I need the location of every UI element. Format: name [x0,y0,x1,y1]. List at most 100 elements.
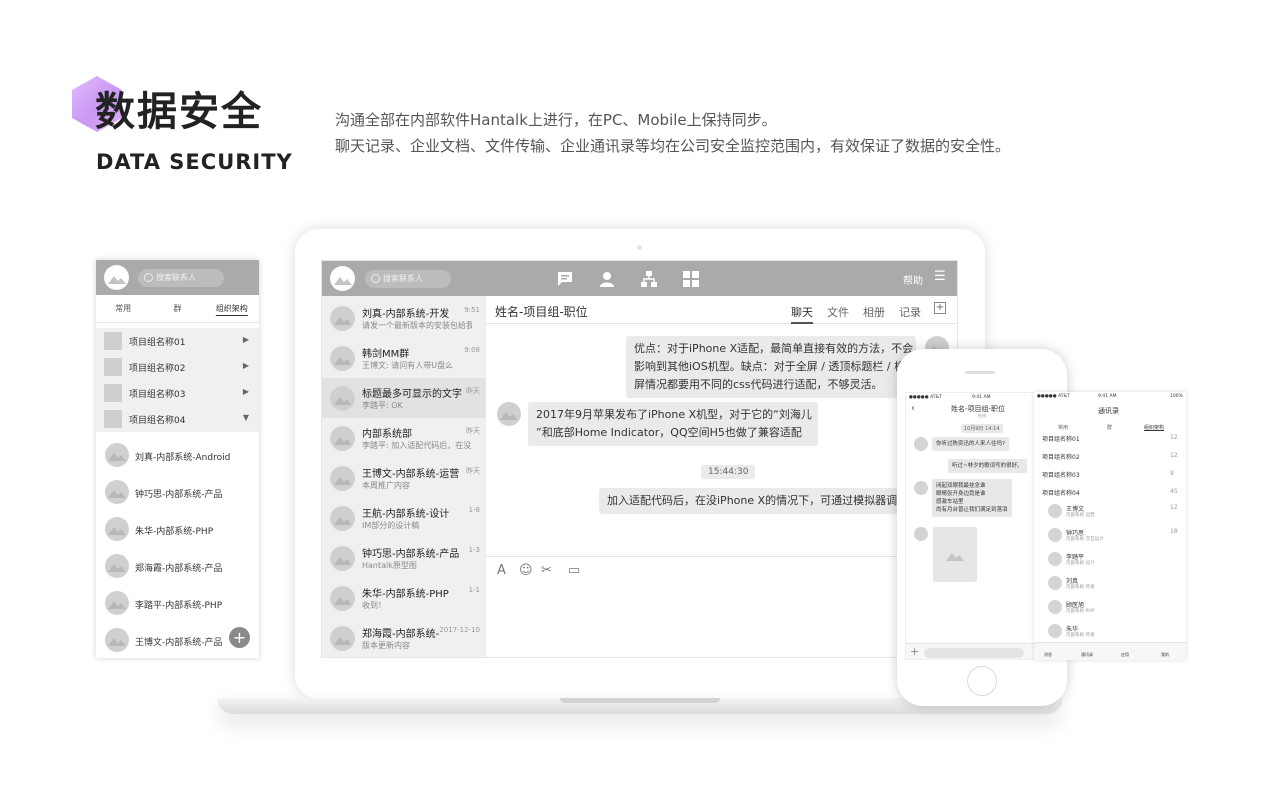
tab-common[interactable]: 常用 [1058,424,1068,431]
member-item[interactable]: 刘真-内部系统-Android [96,437,259,474]
group-icon [104,332,122,350]
nav-messages[interactable]: 消息 [1044,652,1052,658]
phone-home-button[interactable] [967,666,997,696]
group-item[interactable]: 项目组名称01 ▶ [96,328,259,354]
chat-pane: 姓名-项目组-职位 聊天 文件 相册 记录 + 优点：对于iPhone X适配，… [486,296,957,657]
status-battery: 100% [1170,394,1183,399]
tab-org[interactable]: 组织架构 [1144,424,1164,431]
avatar [914,481,928,495]
conversation-item[interactable]: 郑海霞-内部系统- 版本更新内容 2017-12-10 [322,618,486,657]
member-item[interactable]: 李踏平-内部系统-PHP [96,585,259,622]
chevron-right-icon: ▶ [242,387,249,396]
tab-common[interactable]: 常用 [96,295,150,322]
chevron-right-icon: ▶ [242,361,249,370]
member-item[interactable]: 李踏平 内部系统-设计 [1034,550,1186,574]
tab-album[interactable]: 相册 [863,304,885,320]
conversation-item[interactable]: 刘真-内部系统-开发 请发一个最新版本的安装包给我 9:51 [322,298,486,338]
member-item[interactable]: 郑海霞-内部系统-产品 [96,548,259,585]
mountain-icon [107,272,126,284]
message-input[interactable] [924,648,1024,658]
avatar [105,517,129,541]
apps-nav-icon[interactable] [683,271,699,287]
user-avatar[interactable] [104,265,129,290]
user-avatar[interactable] [330,266,355,291]
group-icon [104,358,122,376]
group-item[interactable]: 项目组名称03 ▶ [96,380,259,406]
org-panel: 搜索联系人 常用 群 组织架构 项目组名称01 ▶ 项目组名称02 ▶ 项目组名称0… [96,260,259,658]
org-nav-icon[interactable] [641,271,657,287]
avatar [1048,528,1062,542]
message-bubble-sent: 听过~林夕的歌词写的很好。 [948,459,1027,473]
tab-groups[interactable]: 群 [1107,424,1112,431]
menu-icon[interactable]: ☰ [934,269,946,284]
conversation-item[interactable]: 韩剑MM群 王博文: 请问有人带U盘么 9:08 [322,338,486,378]
scissors-icon[interactable]: ✂ [541,563,552,578]
phone-chat-screen: ●●●●● AT&T 9:41 AM ‹ 姓名-项目组-职位 在线 10月9日 … [905,392,1035,660]
conversation-item[interactable]: 钟巧思-内部系统-产品 Hantalk原型图 1-3 [322,538,486,578]
group-icon [104,410,122,428]
phone-speaker [965,371,995,374]
phone-contacts-screen: ●●●●● AT&T 9:41 AM 100% 通讯录 常用 群 组织架构 项目… [1034,392,1186,660]
tab-files[interactable]: 文件 [827,304,849,320]
conversation-item[interactable]: 朱华-内部系统-PHP 收到！ 1-1 [322,578,486,618]
avatar [330,346,355,371]
group-item[interactable]: 项目组名称02 ▶ [96,354,259,380]
mountain-icon [333,273,352,285]
status-carrier: ●●●●● AT&T [909,395,942,400]
search-input[interactable]: 搜索联系人 [365,270,451,288]
phone-chat-subtitle: 在线 [978,413,986,418]
search-icon [371,274,380,283]
conversation-item[interactable]: 王博文-内部系统-运营 本周推广内容 昨天 [322,458,486,498]
member-item[interactable]: 钟巧思-内部系统-产品 [96,474,259,511]
image-message[interactable] [933,527,977,582]
add-button[interactable]: + [229,627,250,648]
search-icon [144,273,153,282]
avatar [105,554,129,578]
folder-icon[interactable]: ▭ [568,563,580,578]
group-item[interactable]: 项目组名称04 ▼ [96,406,259,432]
tab-chat[interactable]: 聊天 [791,304,813,324]
avatar [105,628,129,652]
member-item[interactable]: 顾医旭 内部系统-PHP [1034,598,1186,622]
chat-title: 姓名-项目组-职位 [495,305,588,319]
phone-input-bar: + [906,643,1034,659]
page-subtitle: DATA SECURITY [96,150,293,174]
chevron-down-icon: ▼ [242,413,249,422]
member-item[interactable]: 刘真 内部系统-开发 [1034,574,1186,598]
avatar [330,426,355,451]
member-item[interactable]: 王博文 内部系统-运营 12 [1034,502,1186,526]
group-icon [104,384,122,402]
search-input[interactable]: 搜索联系人 [138,269,224,287]
conversation-item-selected[interactable]: 标题最多可显示的文字 李踏平: OK 昨天 [322,378,486,418]
tab-org[interactable]: 组织架构 [205,295,259,322]
avatar [330,386,355,411]
laptop-notch [560,698,720,703]
help-link[interactable]: 帮助 [903,272,923,287]
member-item[interactable]: 朱华-内部系统-PHP [96,511,259,548]
input-toolbar: A ☺ ✂ ▭ [486,556,957,657]
avatar [1048,624,1062,638]
back-icon[interactable]: ‹ [911,403,915,414]
conversation-item[interactable]: 王航-内部系统-设计 IM部分的设计稿 1-8 [322,498,486,538]
nav-apps[interactable]: 应用 [1121,652,1129,658]
message-bubble-received: 你听过陈奕迅的人来人往吗? [932,437,1009,451]
tab-groups[interactable]: 群 [150,295,204,322]
nav-contacts[interactable]: 通讯录 [1081,652,1093,658]
member-item[interactable]: 钟巧思 内部系统-交互设计 18 [1034,526,1186,550]
conversation-item[interactable]: 内部系统部 李踏平: 加入适配代码后，在没 昨天 [322,418,486,458]
font-icon[interactable]: A [497,563,506,578]
message-timestamp: 15:44:30 [701,465,756,479]
add-tab-icon[interactable]: + [934,302,946,314]
plus-icon[interactable]: + [910,645,919,658]
nav-me[interactable]: 我的 [1161,652,1169,658]
date-label: 10月9日 14:14 [961,424,1003,433]
tab-history[interactable]: 记录 [899,304,921,320]
chat-nav-icon[interactable] [557,271,573,287]
contact-nav-icon[interactable] [599,271,615,287]
avatar [105,591,129,615]
org-tabs: 常用 群 组织架构 [96,295,259,323]
page-title: 数据安全 [95,89,263,135]
avatar [330,506,355,531]
avatar [330,626,355,651]
emoji-icon[interactable]: ☺ [519,563,533,578]
